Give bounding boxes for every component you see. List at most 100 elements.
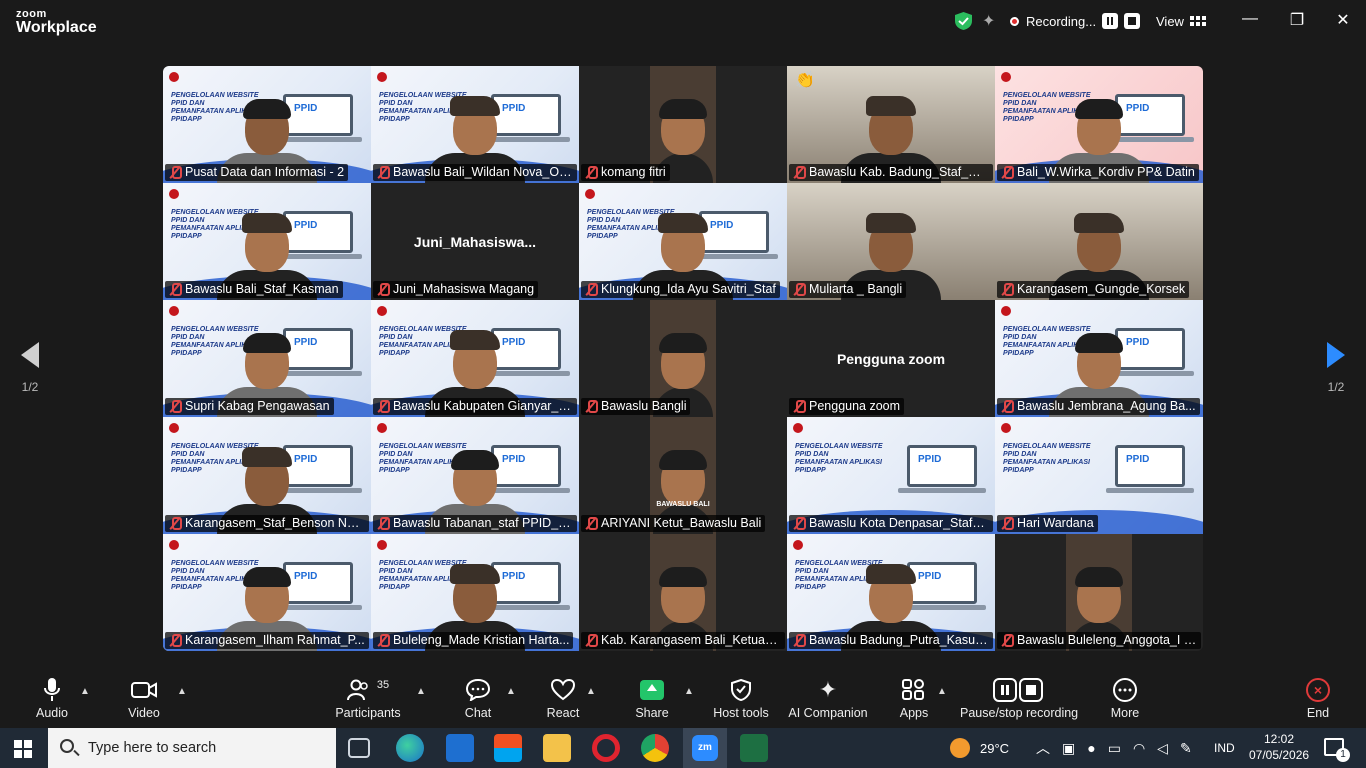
participant-tile[interactable]: komang fitri [579, 66, 787, 183]
pause-recording-button[interactable] [1102, 13, 1119, 29]
audio-options-chevron-icon[interactable]: ▲ [80, 686, 90, 697]
chat-chevron-icon[interactable]: ▲ [506, 686, 516, 697]
participant-tile[interactable]: Karangasem_Gungde_Korsek [995, 183, 1203, 300]
weather-widget[interactable]: 29°C [950, 728, 1009, 768]
participant-tile[interactable]: PENGELOLAAN WEBSITE PPID DAN PEMANFAATAN… [995, 300, 1203, 417]
stop-recording-button[interactable] [1124, 13, 1141, 29]
file-explorer-icon[interactable] [543, 734, 571, 762]
participant-name: Juni_Mahasiswa Magang [393, 282, 535, 296]
edge-browser-icon[interactable] [396, 734, 424, 762]
participant-name: Hari Wardana [1017, 516, 1094, 530]
participant-tile[interactable]: PENGELOLAAN WEBSITE PPID DAN PEMANFAATAN… [163, 300, 371, 417]
react-button[interactable]: React [542, 678, 584, 724]
host-tools-button[interactable]: Host tools [710, 678, 772, 724]
windows-taskbar: Type here to search zm 29°C ︿ ▣ ● ▭ ◠ ◁ … [0, 728, 1366, 768]
participant-tile[interactable]: Muliarta _ Bangli [787, 183, 995, 300]
participant-name-tag: Bawaslu Bali_Wildan Nova_Opera... [373, 164, 577, 181]
view-button[interactable]: View [1156, 12, 1206, 30]
wifi-icon[interactable]: ◠ [1133, 740, 1145, 757]
bawaslu-logo-icon [169, 540, 179, 550]
muted-mic-icon [1001, 283, 1014, 296]
chat-button[interactable]: Chat [458, 678, 498, 724]
participant-tile[interactable]: PENGELOLAAN WEBSITE PPID DAN PEMANFAATAN… [163, 534, 371, 651]
audio-button[interactable]: Audio [30, 678, 74, 724]
chrome-icon[interactable] [641, 734, 669, 762]
participant-tile[interactable]: 👏 Bawaslu Kab. Badung_Staf_Ok... [787, 66, 995, 183]
bawaslu-logo-icon [169, 189, 179, 199]
participant-tile[interactable]: Bawaslu Buleleng_Anggota_I K... [995, 534, 1203, 651]
taskbar-search-input[interactable]: Type here to search [48, 728, 336, 768]
task-view-icon[interactable] [348, 738, 370, 758]
participant-tile[interactable]: PENGELOLAAN WEBSITE PPID DAN PEMANFAATAN… [163, 66, 371, 183]
muted-mic-icon [169, 634, 182, 647]
participant-tile[interactable]: PENGELOLAAN WEBSITE PPID DAN PEMANFAATAN… [579, 183, 787, 300]
participant-tile[interactable]: PENGELOLAAN WEBSITE PPID DAN PEMANFAATAN… [371, 417, 579, 534]
ai-sparkle-icon[interactable]: ✦ [982, 12, 995, 30]
participant-name-tag: komang fitri [581, 164, 670, 181]
participant-tile[interactable]: Bawaslu Bangli [579, 300, 787, 417]
mic-tray-icon[interactable]: ● [1087, 740, 1095, 756]
apps-button[interactable]: Apps [896, 678, 932, 724]
next-page-nav[interactable]: 1/2 [1316, 342, 1356, 394]
share-button[interactable]: Share [632, 678, 672, 724]
pen-icon[interactable]: ✎ [1180, 740, 1192, 757]
recording-label: Recording... [1026, 13, 1097, 29]
camera-tray-icon[interactable]: ▣ [1062, 740, 1075, 757]
participants-chevron-icon[interactable]: ▲ [416, 686, 426, 697]
participant-name-tag: Bali_W.Wirka_Kordiv PP& Datin [997, 164, 1199, 181]
participant-tile[interactable]: Kab. Karangasem Bali_Ketua_... [579, 534, 787, 651]
zoom-taskbar-button[interactable]: zm [683, 728, 727, 768]
participant-tile[interactable]: PENGELOLAAN WEBSITE PPID DAN PEMANFAATAN… [371, 66, 579, 183]
bawaslu-logo-icon [585, 189, 595, 199]
participant-tile[interactable]: Juni_Mahasiswa... Juni_Mahasiswa Magang [371, 183, 579, 300]
clock-date: 07/05/2026 [1249, 748, 1310, 762]
participant-tile[interactable]: PENGELOLAAN WEBSITE PPID DAN PEMANFAATAN… [995, 66, 1203, 183]
participant-name-tag: Supri Kabag Pengawasan [165, 398, 334, 415]
participant-tile[interactable]: PENGELOLAAN WEBSITE PPID DAN PEMANFAATAN… [371, 300, 579, 417]
participant-tile[interactable]: PENGELOLAAN WEBSITE PPID DAN PEMANFAATAN… [787, 417, 995, 534]
participant-name-tag: Bawaslu Kabupaten Gianyar_K... [373, 398, 577, 415]
chevron-up-icon[interactable]: ︿ [1036, 738, 1050, 758]
record-dot-icon [1010, 16, 1019, 26]
pause-stop-recording-button[interactable]: Pause/stop recording [960, 678, 1078, 724]
participant-tile[interactable]: PENGELOLAAN WEBSITE PPID DAN PEMANFAATAN… [995, 417, 1203, 534]
arrow-left-icon[interactable] [21, 342, 39, 368]
restore-button[interactable]: ❐ [1287, 10, 1307, 30]
participant-name: Muliarta _ Bangli [809, 282, 903, 296]
language-indicator[interactable]: IND [1214, 728, 1235, 768]
clock[interactable]: 12:02 07/05/2026 [1249, 731, 1309, 763]
excel-icon[interactable] [740, 734, 768, 762]
arrow-right-icon[interactable] [1327, 342, 1345, 368]
security-shield-icon[interactable] [955, 12, 972, 30]
ai-companion-button[interactable]: ✦ AI Companion [786, 677, 870, 724]
apps-chevron-icon[interactable]: ▲ [937, 686, 947, 697]
participant-tile[interactable]: PENGELOLAAN WEBSITE PPID DAN PEMANFAATAN… [787, 534, 995, 651]
participant-name: Karangasem_Staf_Benson Nar... [185, 516, 368, 530]
participants-label: Participants [335, 706, 401, 720]
participant-tile[interactable]: PENGELOLAAN WEBSITE PPID DAN PEMANFAATAN… [163, 417, 371, 534]
participant-tile[interactable]: Pengguna zoom Pengguna zoom [787, 300, 995, 417]
participant-tile[interactable]: BAWASLU BALI ARIYANI Ketut_Bawaslu Bali [579, 417, 787, 534]
end-meeting-button[interactable]: × End [1302, 678, 1334, 724]
prev-page-nav[interactable]: 1/2 [10, 342, 50, 394]
react-chevron-icon[interactable]: ▲ [586, 686, 596, 697]
notification-center-icon[interactable]: 1 [1324, 738, 1350, 762]
participant-tile[interactable]: PENGELOLAAN WEBSITE PPID DAN PEMANFAATAN… [371, 534, 579, 651]
video-button[interactable]: Video [122, 678, 166, 724]
participant-tile[interactable]: PENGELOLAAN WEBSITE PPID DAN PEMANFAATAN… [163, 183, 371, 300]
battery-icon[interactable]: ▭ [1108, 740, 1121, 757]
more-button[interactable]: More [1106, 678, 1144, 724]
video-options-chevron-icon[interactable]: ▲ [177, 686, 187, 697]
minimize-button[interactable]: — [1240, 10, 1260, 30]
volume-icon[interactable]: ◁ [1157, 740, 1168, 757]
windows-start-icon[interactable] [14, 740, 32, 763]
close-button[interactable]: ✕ [1333, 10, 1353, 30]
chat-label: Chat [464, 706, 492, 720]
share-chevron-icon[interactable]: ▲ [684, 686, 694, 697]
store-icon[interactable] [494, 734, 522, 762]
participants-button[interactable]: 35 Participants [334, 678, 402, 724]
mail-icon[interactable] [446, 734, 474, 762]
participant-name-tag: Hari Wardana [997, 515, 1098, 532]
participant-name-tag: Bawaslu Bali_Staf_Kasman [165, 281, 343, 298]
opera-icon[interactable] [592, 734, 620, 762]
